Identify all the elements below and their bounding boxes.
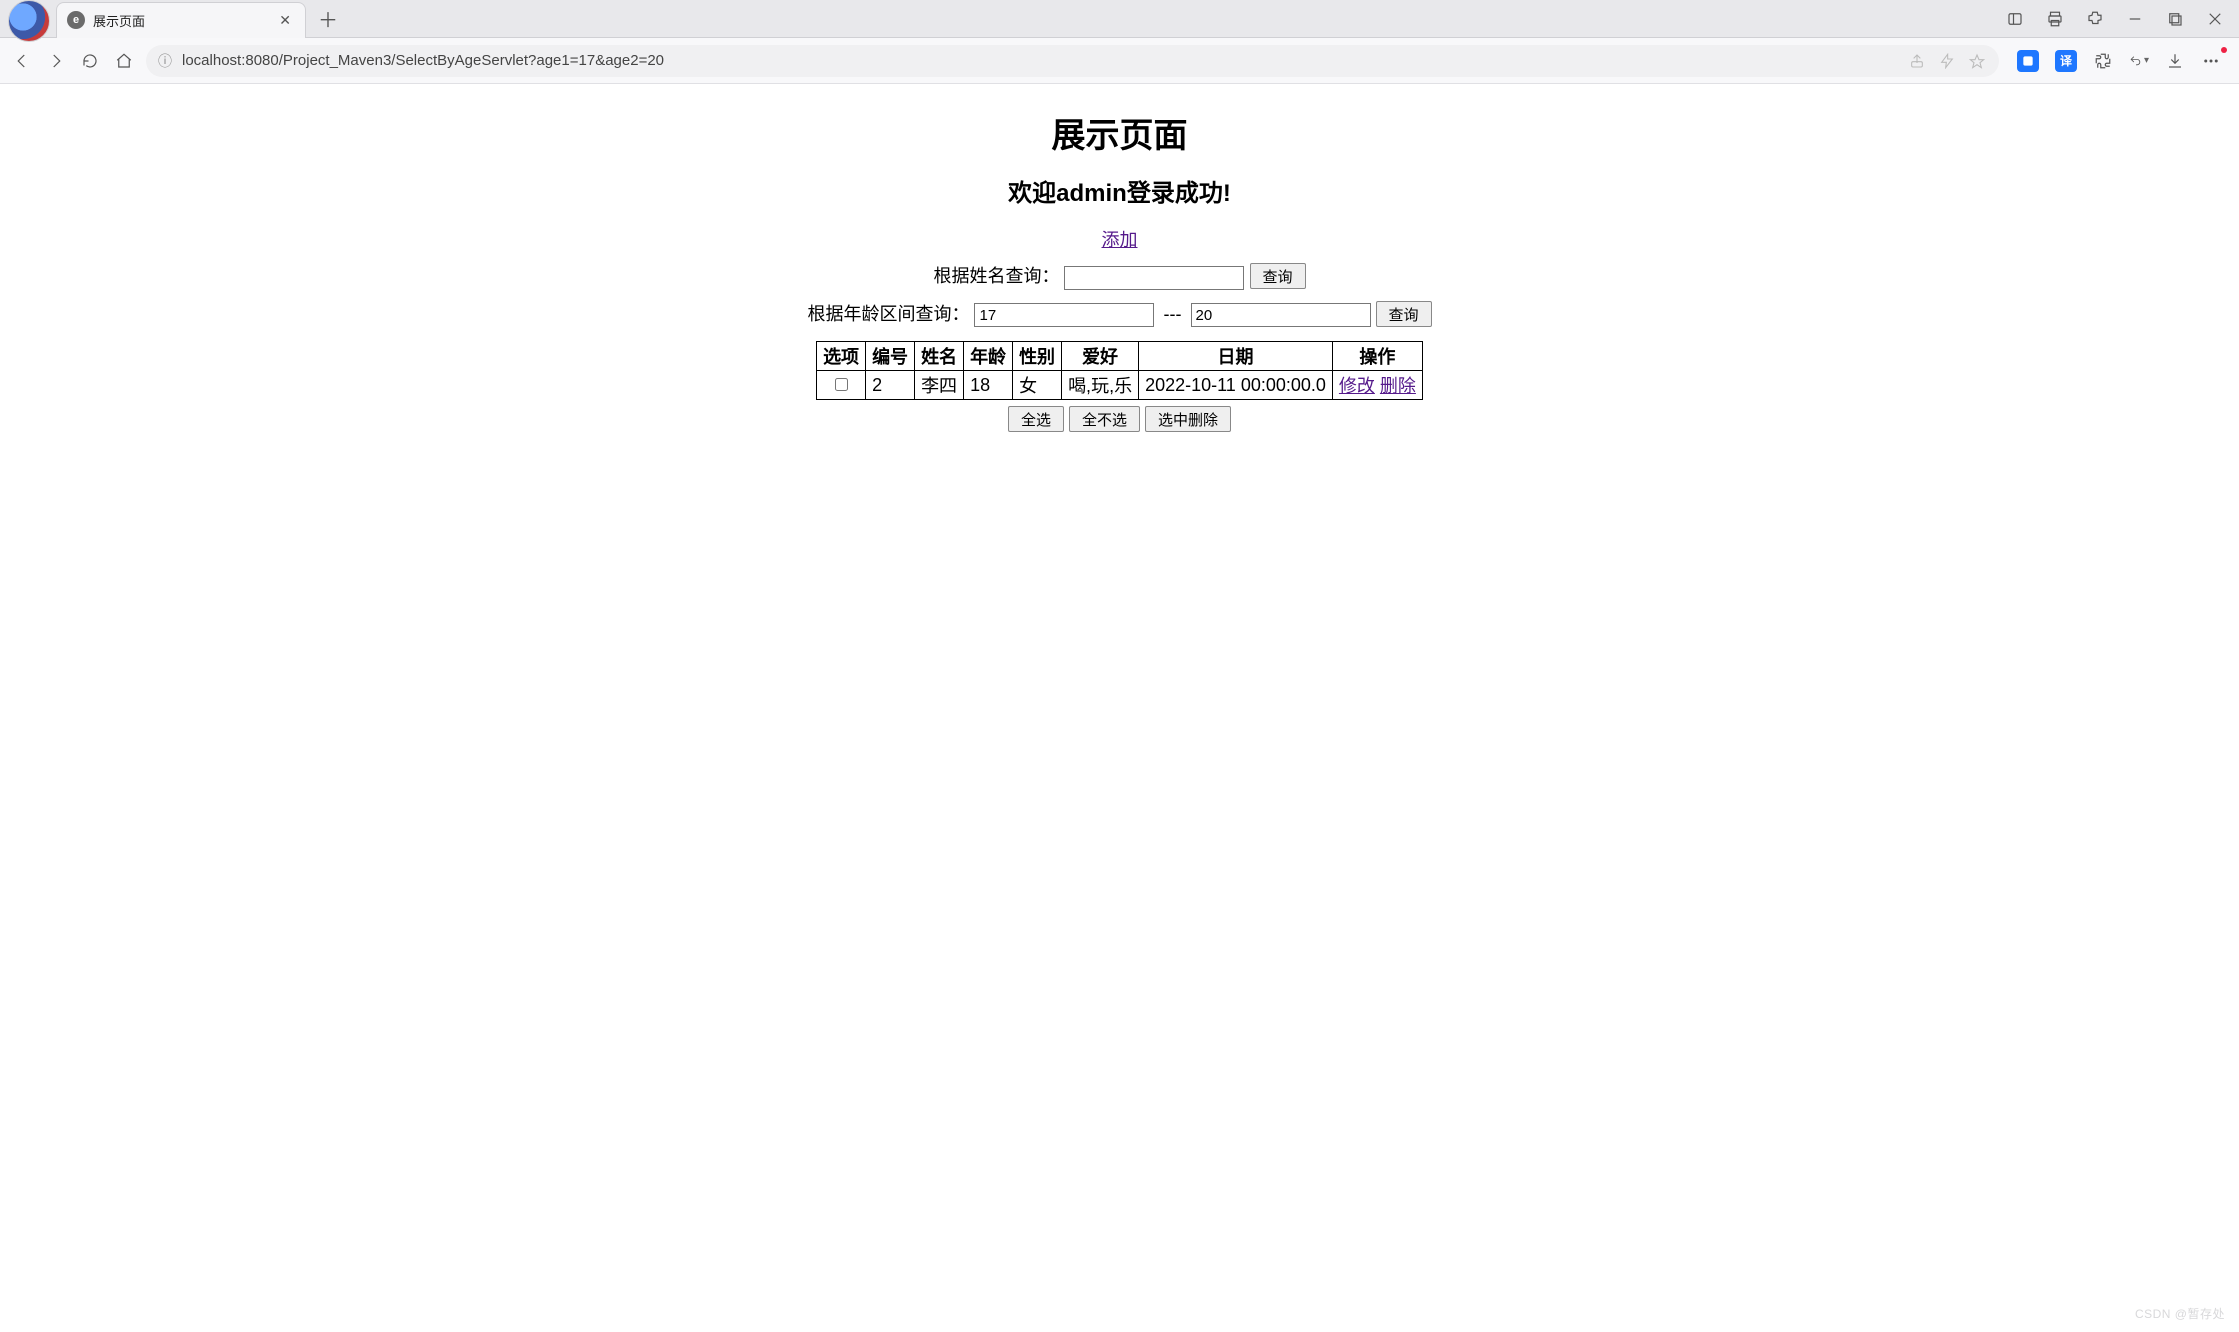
search-name-button[interactable]: 查询	[1250, 263, 1306, 289]
table-cell: 2	[866, 371, 915, 400]
browser-toolbar: ⓘ localhost:8080/Project_Maven3/SelectBy…	[0, 38, 2239, 84]
delete-selected-button[interactable]: 选中删除	[1145, 406, 1231, 432]
row-checkbox[interactable]	[835, 378, 848, 391]
panel-icon[interactable]	[2005, 9, 2025, 29]
search-age-label: 根据年龄区间查询：	[807, 304, 969, 324]
table-cell-operations: 修改 删除	[1332, 371, 1422, 400]
window-minimize-button[interactable]	[2125, 9, 2145, 29]
row-edit-link[interactable]: 修改	[1339, 376, 1375, 396]
page-viewport: 展示页面 欢迎admin登录成功! 添加 根据姓名查询： 查询 根据年龄区间查询…	[0, 84, 2239, 432]
search-name-input[interactable]	[1064, 266, 1244, 290]
window-maximize-button[interactable]	[2165, 9, 2185, 29]
tab-title: 展示页面	[93, 11, 275, 30]
browser-profile-avatar[interactable]	[8, 0, 50, 42]
table-cell: 18	[964, 371, 1013, 400]
table-header-cell: 爱好	[1062, 342, 1139, 371]
select-none-button[interactable]: 全不选	[1069, 406, 1140, 432]
table-header-cell: 日期	[1139, 342, 1333, 371]
table-cell: 喝,玩,乐	[1062, 371, 1139, 400]
select-all-button[interactable]: 全选	[1008, 406, 1064, 432]
nav-refresh-button[interactable]	[78, 49, 102, 73]
site-info-icon[interactable]: ⓘ	[158, 51, 172, 71]
browser-tab[interactable]: e 展示页面 ✕	[56, 2, 306, 38]
page-title: 展示页面	[630, 108, 1610, 157]
flash-icon[interactable]	[1937, 51, 1957, 71]
watermark: CSDN @暂存处	[2135, 1305, 2225, 1322]
welcome-message: 欢迎admin登录成功!	[630, 173, 1610, 208]
print-icon[interactable]	[2045, 9, 2065, 29]
extensions-icon[interactable]	[2085, 9, 2105, 29]
puzzle-icon[interactable]	[2093, 51, 2113, 71]
row-delete-link[interactable]: 删除	[1380, 376, 1416, 396]
search-age-button[interactable]: 查询	[1376, 301, 1432, 327]
table-cell: 2022-10-11 00:00:00.0	[1139, 371, 1333, 400]
more-menu-button[interactable]	[2201, 51, 2221, 71]
table-header-cell: 年龄	[964, 342, 1013, 371]
table-header-cell: 姓名	[915, 342, 964, 371]
browser-titlebar: e 展示页面 ✕ ＋	[0, 0, 2239, 38]
tab-favicon: e	[67, 11, 85, 29]
download-icon[interactable]	[2165, 51, 2185, 71]
age-separator: ---	[1164, 304, 1182, 324]
nav-home-button[interactable]	[112, 49, 136, 73]
add-link[interactable]: 添加	[1102, 230, 1138, 250]
undo-dropdown-icon[interactable]: ▾	[2129, 51, 2149, 71]
table-cell: 女	[1013, 371, 1062, 400]
nav-back-button[interactable]	[10, 49, 34, 73]
nav-forward-button[interactable]	[44, 49, 68, 73]
url-text: localhost:8080/Project_Maven3/SelectByAg…	[182, 52, 664, 69]
new-tab-button[interactable]: ＋	[306, 4, 350, 33]
window-close-button[interactable]	[2205, 9, 2225, 29]
tab-close-button[interactable]: ✕	[275, 12, 295, 29]
translate-chip[interactable]: 译	[2055, 50, 2077, 72]
table-header-cell: 操作	[1332, 342, 1422, 371]
table-header-cell: 选项	[817, 342, 866, 371]
bookmark-star-icon[interactable]	[1967, 51, 1987, 71]
search-name-label: 根据姓名查询：	[933, 266, 1059, 286]
address-bar[interactable]: ⓘ localhost:8080/Project_Maven3/SelectBy…	[146, 45, 1999, 77]
table-cell: 李四	[915, 371, 964, 400]
table-header-cell: 性别	[1013, 342, 1062, 371]
table-row: 2李四18女喝,玩,乐2022-10-11 00:00:00.0修改 删除	[817, 371, 1423, 400]
extension-chip-1[interactable]	[2017, 50, 2039, 72]
search-age2-input[interactable]	[1191, 303, 1371, 327]
share-icon[interactable]	[1907, 51, 1927, 71]
table-header-cell: 编号	[866, 342, 915, 371]
data-table: 选项编号姓名年龄性别爱好日期操作 2李四18女喝,玩,乐2022-10-11 0…	[816, 341, 1423, 400]
search-age1-input[interactable]	[974, 303, 1154, 327]
